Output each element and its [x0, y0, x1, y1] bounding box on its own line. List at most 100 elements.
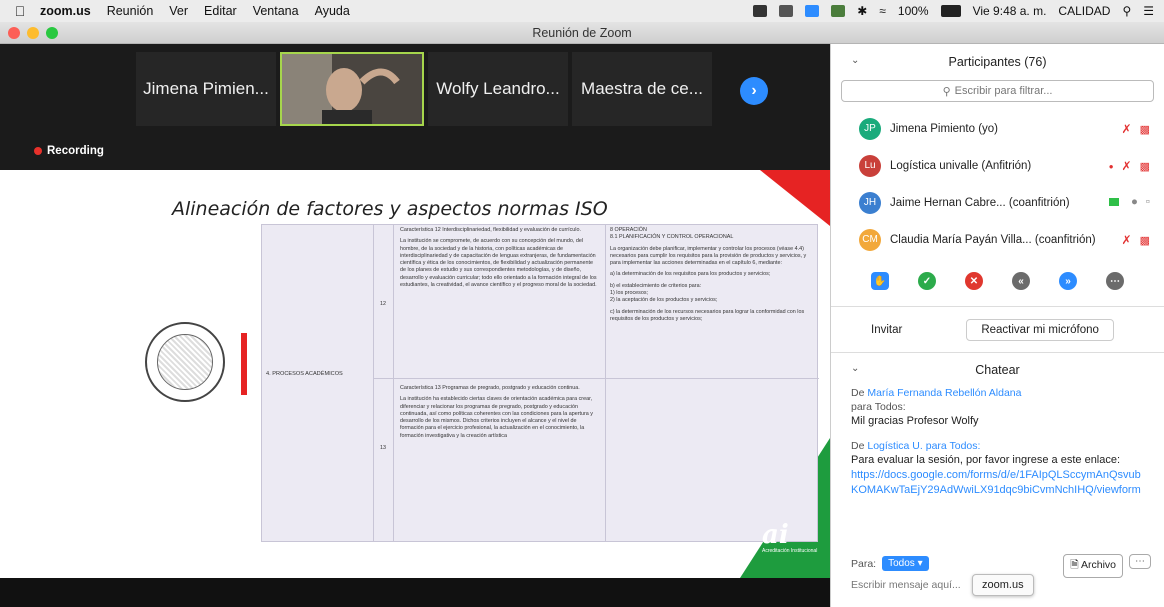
- spotlight-search-icon[interactable]: ⚲: [1122, 4, 1131, 18]
- close-window-button[interactable]: [8, 27, 20, 39]
- menu-app[interactable]: zoom.us: [40, 4, 91, 18]
- cloud-icon[interactable]: [779, 5, 794, 17]
- chat-sender: De Logística U. para Todos:: [851, 440, 981, 453]
- speaker-video-icon: [282, 54, 422, 124]
- participant-name: Jimena Pimiento (yo): [890, 122, 999, 135]
- video-thumb[interactable]: Jimena Pimien...: [136, 52, 276, 126]
- participant-name: Logística univalle (Anfitrión): [890, 159, 1032, 172]
- chat-recipient-row: Para: Todos ▾ 🗎 Archivo ⋯: [851, 554, 1151, 578]
- screen-share-icon: [1108, 198, 1119, 206]
- red-accent-bar: [241, 333, 247, 395]
- user-name[interactable]: CALIDAD: [1058, 4, 1110, 18]
- iso-text: c) la determinación de los recursos nece…: [610, 308, 805, 322]
- chat-messages: De María Fernanda Rebellón Aldana para T…: [831, 386, 1164, 498]
- participant-list: JP Jimena Pimiento (yo) ✗ ▩ Lu Logística …: [831, 110, 1164, 258]
- notification-center-icon[interactable]: ☰: [1143, 4, 1154, 18]
- battery-icon[interactable]: [940, 5, 961, 17]
- menu-item[interactable]: Ayuda: [315, 4, 350, 18]
- video-off-icon: ▩: [1139, 234, 1150, 247]
- mic-muted-icon: ✗: [1121, 159, 1132, 173]
- file-button[interactable]: 🗎 Archivo: [1063, 554, 1123, 578]
- no-icon[interactable]: ✕: [965, 272, 983, 290]
- more-icon[interactable]: ⋯: [1129, 554, 1151, 569]
- avatar: CM: [859, 228, 881, 251]
- battery-percent[interactable]: 100%: [898, 4, 929, 18]
- participant-row[interactable]: JP Jimena Pimiento (yo) ✗ ▩: [831, 110, 1164, 147]
- chat-header: ⌄ Chatear: [831, 352, 1164, 386]
- invite-button[interactable]: Invitar: [857, 319, 917, 340]
- video-icon: ▫: [1145, 196, 1150, 208]
- video-off-icon: ▩: [1139, 123, 1150, 136]
- recording-icon: ●: [1108, 161, 1114, 171]
- factor-column: 4. PROCESOS ACADÉMICOS: [262, 225, 374, 541]
- red-corner-decoration: [760, 170, 830, 226]
- slide-table: 4. PROCESOS ACADÉMICOS 12 13 Característ…: [261, 224, 819, 542]
- video-off-icon: ▩: [1139, 160, 1150, 173]
- video-thumb[interactable]: Wolfy Leandro...: [428, 52, 568, 126]
- menu-item[interactable]: Ver: [169, 4, 188, 18]
- participant-row[interactable]: JH Jaime Hernan Cabre... (coanfitrión) ●…: [831, 184, 1164, 221]
- chat-message: Para evaluar la sesión, por favor ingres…: [851, 454, 1121, 467]
- clock[interactable]: Vie 9:48 a. m.: [973, 4, 1047, 18]
- iso-heading: 8 OPERACIÓN 8.1 PLANIFICACIÓN Y CONTROL …: [610, 227, 734, 241]
- menu-item[interactable]: Editar: [204, 4, 237, 18]
- zoom-window-button[interactable]: [46, 27, 58, 39]
- number-column: 12 13: [374, 225, 394, 541]
- iso-column: 8 OPERACIÓN 8.1 PLANIFICACIÓN Y CONTROL …: [606, 225, 819, 541]
- recipient-select[interactable]: Todos ▾: [882, 556, 929, 571]
- tooltip: zoom.us: [972, 574, 1034, 596]
- zoom-status-icon[interactable]: [805, 5, 820, 17]
- chat-input[interactable]: Escribir mensaje aquí...: [851, 579, 961, 591]
- go-slower-icon[interactable]: «: [1012, 272, 1030, 290]
- iso-text: b) el establecimiento de criterios para:…: [610, 282, 718, 304]
- characteristic-text: La institución ha establecido ciertas cl…: [400, 396, 593, 439]
- minimize-window-button[interactable]: [27, 27, 39, 39]
- bluetooth-icon[interactable]: ✱: [857, 4, 867, 18]
- chevron-down-icon[interactable]: ⌄: [851, 55, 859, 66]
- wifi-icon[interactable]: ≈: [879, 4, 886, 18]
- video-stage: Jimena Pimien... Wolfy Leandro... Maestr…: [0, 44, 830, 607]
- characteristic-text: La institución se compromete, de acuerdo…: [400, 238, 597, 289]
- camera-status-icon[interactable]: [753, 5, 768, 17]
- participant-actions: Invitar Reactivar mi micrófono: [831, 306, 1164, 352]
- more-options-icon[interactable]: ⋯: [1106, 272, 1124, 290]
- window-titlebar: Reunión de Zoom: [0, 22, 1164, 44]
- characteristic-title: Característica 13 Programas de pregrado,…: [400, 385, 580, 391]
- avatar: JH: [859, 191, 881, 214]
- shared-slide: Alineación de factores y aspectos normas…: [0, 170, 830, 578]
- yes-icon[interactable]: ✓: [918, 272, 936, 290]
- mic-icon: ●: [1130, 196, 1138, 208]
- raise-hand-icon[interactable]: ✋: [871, 272, 889, 290]
- menu-item[interactable]: Reunión: [107, 4, 154, 18]
- search-icon: ⚲: [942, 85, 951, 98]
- mac-menubar:  zoom.us Reunión Ver Editar Ventana Ayu…: [0, 0, 1164, 22]
- participant-name: Jaime Hernan Cabre... (coanfitrión): [890, 196, 1070, 209]
- reaction-buttons: ✋ ✓ ✕ « » ⋯: [831, 272, 1164, 290]
- participants-header: ⌄ Participantes (76): [851, 55, 1047, 69]
- video-thumb[interactable]: Maestra de ce...: [572, 52, 712, 126]
- chat-link[interactable]: https://docs.google.com/forms/d/e/1FAIpQ…: [851, 468, 1144, 498]
- video-thumbnail-strip: Jimena Pimien... Wolfy Leandro... Maestr…: [136, 52, 712, 126]
- participant-row[interactable]: Lu Logística univalle (Anfitrión) ● ✗ ▩: [831, 147, 1164, 184]
- app-status-icon[interactable]: [831, 5, 846, 17]
- unmute-button[interactable]: Reactivar mi micrófono: [966, 318, 1114, 341]
- university-seal-logo: [145, 322, 225, 402]
- iso-text: La organización debe planificar, impleme…: [610, 245, 807, 267]
- menu-item[interactable]: Ventana: [253, 4, 299, 18]
- iso-text: a) la determinación de los requisitos pa…: [610, 271, 771, 278]
- participant-row[interactable]: CM Claudia María Payán Villa... (coanfit…: [831, 221, 1164, 258]
- apple-icon[interactable]: : [0, 3, 40, 19]
- recording-indicator: Recording: [34, 145, 104, 157]
- window-title: Reunión de Zoom: [532, 26, 632, 40]
- avatar: Lu: [859, 154, 881, 177]
- slide-title: Alineación de factores y aspectos normas…: [172, 198, 608, 220]
- next-page-arrow-icon[interactable]: ›: [740, 77, 768, 105]
- characteristic-title: Característica 12 Interdisciplinariedad,…: [400, 227, 581, 233]
- side-panel: ⌄ Participantes (76) ⚲ Escribir para fil…: [830, 44, 1164, 607]
- row-number: 12: [380, 301, 386, 307]
- accreditation-logo: ai: [762, 520, 789, 550]
- go-faster-icon[interactable]: »: [1059, 272, 1077, 290]
- participant-search-input[interactable]: ⚲ Escribir para filtrar...: [841, 80, 1154, 102]
- chevron-down-icon[interactable]: ⌄: [851, 363, 859, 374]
- active-speaker-thumb[interactable]: [280, 52, 424, 126]
